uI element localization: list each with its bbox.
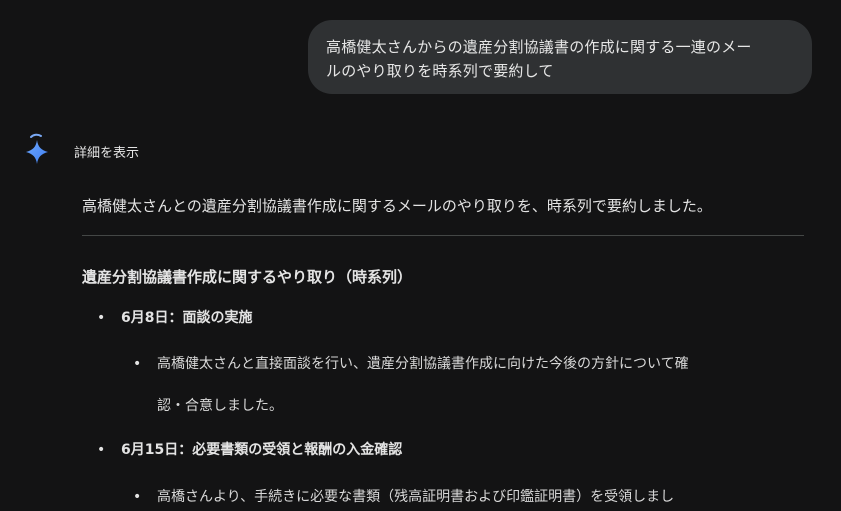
list-bullet: • bbox=[133, 489, 142, 505]
gemini-sparkle-icon bbox=[26, 133, 48, 164]
user-message-line-2: ルのやり取りを時系列で要約して bbox=[326, 62, 554, 80]
user-message-bubble: 高橋健太さんからの遺産分割協議書の作成に関する一連のメー ルのやり取りを時系列で… bbox=[308, 20, 812, 94]
event-title-june-8: 6月8日：面談の実施 bbox=[121, 310, 253, 326]
show-details-toggle[interactable]: 詳細を表示 bbox=[74, 144, 139, 164]
event-detail-line: 認・合意しました。 bbox=[157, 398, 283, 414]
user-message-line-1: 高橋健太さんからの遺産分割協議書の作成に関する一連のメー bbox=[326, 38, 752, 56]
section-divider bbox=[82, 235, 804, 236]
event-detail-june-8: 高橋健太さんと直接面談を行い、遺産分割協議書作成に向けた今後の方針について確 認… bbox=[157, 343, 807, 427]
chat-conversation: 高橋健太さんからの遺産分割協議書の作成に関する一連のメー ルのやり取りを時系列で… bbox=[0, 0, 841, 511]
summary-intro-text: 高橋健太さんとの遺産分割協議書作成に関するメールのやり取りを、時系列で要約しまし… bbox=[82, 197, 712, 215]
event-detail-line: 高橋さんより、手続きに必要な書類（残高証明書および印鑑証明書）を受領しまし bbox=[157, 489, 675, 505]
list-bullet: • bbox=[97, 310, 106, 326]
event-detail-line: 高橋健太さんと直接面談を行い、遺産分割協議書作成に向けた今後の方針について確 bbox=[157, 356, 689, 372]
section-heading: 遺産分割協議書作成に関するやり取り（時系列） bbox=[82, 268, 413, 286]
event-title-june-15: 6月15日：必要書類の受領と報酬の入金確認 bbox=[121, 442, 403, 458]
event-detail-june-15: 高橋さんより、手続きに必要な書類（残高証明書および印鑑証明書）を受領しまし bbox=[157, 476, 807, 511]
list-bullet: • bbox=[97, 442, 106, 458]
list-bullet: • bbox=[133, 356, 142, 372]
